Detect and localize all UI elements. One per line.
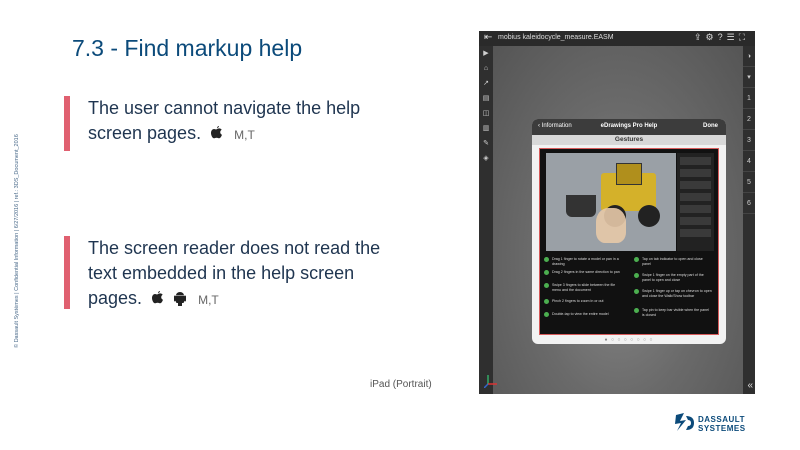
help-back-label: Information bbox=[541, 123, 572, 129]
right-tab-bar: ◑ ▾ 1 2 3 4 5 6 bbox=[743, 46, 755, 394]
chevron-down-icon[interactable]: ▾ bbox=[743, 67, 755, 88]
help-dialog: eDrawings Pro Help ‹ Information Done Ge… bbox=[532, 119, 726, 344]
tip-dot bbox=[634, 257, 639, 262]
model-canvas[interactable]: eDrawings Pro Help ‹ Information Done Ge… bbox=[493, 46, 743, 394]
accent-bar bbox=[64, 96, 70, 151]
loader-bucket bbox=[566, 195, 596, 217]
android-icon bbox=[174, 292, 187, 306]
loader-cab bbox=[616, 163, 642, 185]
right-tab-3[interactable]: 3 bbox=[743, 130, 755, 151]
fullscreen-icon[interactable]: ⛶ bbox=[739, 32, 749, 42]
menu-icon[interactable]: ☰ bbox=[727, 32, 739, 42]
slide-title: 7.3 - Find markup help bbox=[72, 35, 303, 61]
gesture-tip: Swipe 3 fingers to slide between the fil… bbox=[552, 283, 616, 292]
3ds-logo-icon bbox=[675, 413, 694, 431]
right-tab-6[interactable]: 6 bbox=[743, 193, 755, 214]
gesture-tip: Pinch 2 fingers to zoom in or out bbox=[552, 299, 604, 303]
left-toolbar: ▶ ⌂ ↗ ▤ ◫ ▥ ✎ ◈ bbox=[479, 46, 493, 394]
gesture-tip: Swipe 1 finger up or tap on chevron to o… bbox=[642, 289, 712, 298]
issue-description: The user cannot navigate the help screen… bbox=[88, 98, 361, 143]
right-tab-5[interactable]: 5 bbox=[743, 172, 755, 193]
page-indicator[interactable]: ● ○ ○ ○ ○ ○ ○ ○ bbox=[532, 337, 726, 343]
gesture-tip: Drag 2 fingers in the same direction to … bbox=[552, 270, 620, 274]
view-icon[interactable]: ↗ bbox=[479, 76, 493, 91]
accent-bar bbox=[64, 236, 70, 309]
home-icon[interactable]: ⌂ bbox=[479, 61, 493, 76]
tip-dot bbox=[544, 312, 549, 317]
loader-wheel bbox=[638, 205, 660, 227]
tip-dot bbox=[634, 308, 639, 313]
gear-icon[interactable]: ⚙ bbox=[706, 32, 718, 42]
app-top-bar: ⇤ mobius kaleidocycle_measure.EASM ⇪⚙?☰⛶ bbox=[479, 31, 755, 46]
tip-dot bbox=[634, 273, 639, 278]
issue-text: The screen reader does not read the text… bbox=[88, 236, 388, 313]
gesture-tip: Drag 1 finger to rotate a model or pan i… bbox=[552, 257, 619, 266]
help-done-button[interactable]: Done bbox=[703, 123, 718, 129]
confidential-footer: © Dassault Systèmes | Confidential Infor… bbox=[14, 134, 20, 348]
ar-icon[interactable]: ◈ bbox=[479, 151, 493, 166]
gestures-help-image: Drag 1 finger to rotate a model or pan i… bbox=[539, 148, 719, 335]
gesture-tip: Double-tap to view the entire model bbox=[552, 312, 609, 316]
file-name: mobius kaleidocycle_measure.EASM bbox=[498, 34, 614, 41]
help-nav-bar: eDrawings Pro Help ‹ Information Done bbox=[532, 119, 726, 135]
axis-triad-icon bbox=[484, 375, 497, 388]
issue-text: The user cannot navigate the help screen… bbox=[88, 96, 388, 148]
help-back-button[interactable]: ‹ Information bbox=[538, 123, 572, 129]
layers-tab-icon[interactable]: ◑ bbox=[743, 46, 755, 67]
loader-render bbox=[546, 153, 676, 251]
help-icon[interactable]: ? bbox=[718, 32, 727, 42]
share-icon[interactable]: ⇪ bbox=[694, 32, 706, 42]
right-tab-1[interactable]: 1 bbox=[743, 88, 755, 109]
platform-codes: M,T bbox=[198, 293, 219, 307]
help-section-title: Gestures bbox=[532, 135, 726, 145]
tip-dot bbox=[544, 270, 549, 275]
back-icon[interactable]: ⇤ bbox=[484, 32, 492, 43]
sheet-icon[interactable]: ▤ bbox=[479, 91, 493, 106]
markup-pen-icon[interactable]: ✎ bbox=[479, 136, 493, 151]
collapse-panel-icon[interactable]: « bbox=[747, 380, 753, 391]
toolbar-icons: ⇪⚙?☰⛶ bbox=[694, 32, 749, 43]
apple-icon bbox=[211, 126, 223, 139]
apple-icon bbox=[152, 291, 164, 304]
tip-dot bbox=[544, 283, 549, 288]
gesture-tip: Swipe 1 finger on the empty part of the … bbox=[642, 273, 704, 282]
hand-gesture-icon bbox=[596, 208, 626, 243]
layers-icon[interactable]: ▥ bbox=[479, 121, 493, 136]
logo-line-2: SYSTEMES bbox=[698, 424, 746, 433]
device-caption: iPad (Portrait) bbox=[370, 379, 432, 390]
gesture-tip: Tap on tab indicator to open and close p… bbox=[642, 257, 703, 266]
tip-dot bbox=[634, 289, 639, 294]
play-icon[interactable]: ▶ bbox=[479, 46, 493, 61]
right-tab-2[interactable]: 2 bbox=[743, 109, 755, 130]
right-tab-4[interactable]: 4 bbox=[743, 151, 755, 172]
issue-description: The screen reader does not read the text… bbox=[88, 238, 381, 308]
gesture-tip: Tap pin to keep bar visible when the pan… bbox=[642, 308, 709, 317]
tip-dot bbox=[544, 299, 549, 304]
tip-dot bbox=[544, 257, 549, 262]
section-icon[interactable]: ◫ bbox=[479, 106, 493, 121]
help-side-panel bbox=[677, 153, 714, 251]
ipad-screenshot: ⇤ mobius kaleidocycle_measure.EASM ⇪⚙?☰⛶… bbox=[479, 31, 755, 394]
logo-line-1: DASSAULT bbox=[698, 415, 745, 424]
platform-codes: M,T bbox=[234, 128, 255, 142]
